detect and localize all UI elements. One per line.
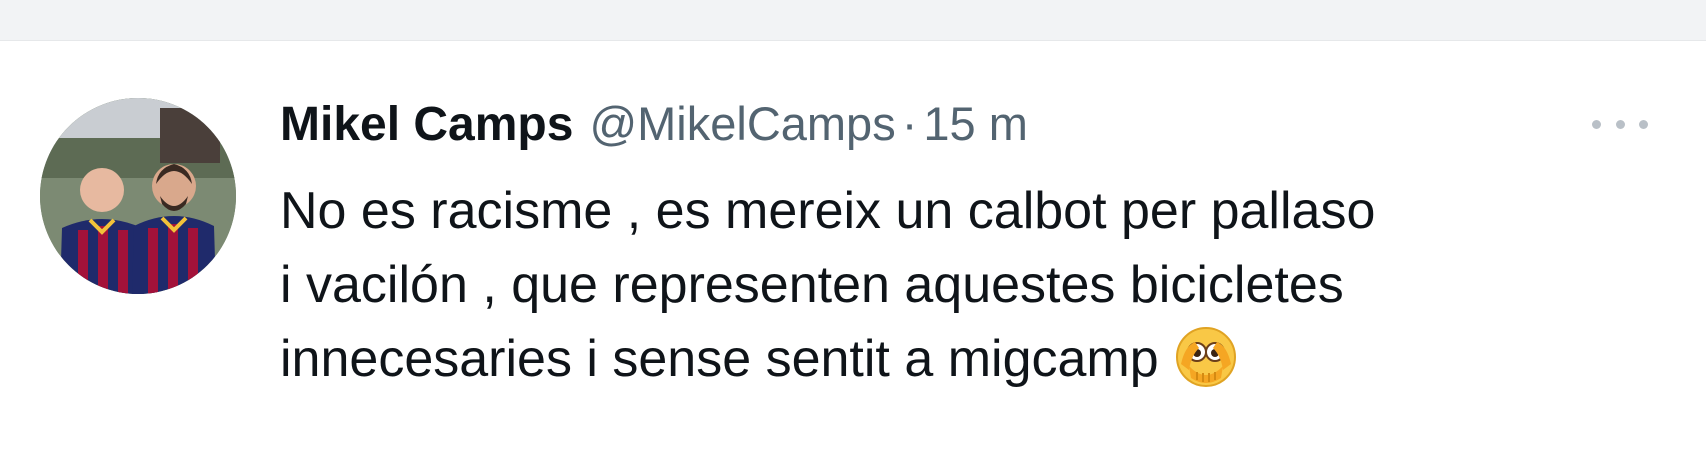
more-dot	[1615, 119, 1625, 129]
tweet-text: No es racisme , es mereix un calbot per …	[280, 174, 1640, 408]
tweet-header: Mikel Camps @MikelCamps · 15 m	[280, 96, 1028, 156]
separator-dot: ·	[901, 97, 918, 150]
face-with-hand-over-eyes-emoji-icon	[1175, 326, 1237, 408]
tweet-text-line: innecesaries i sense sentit a migcamp	[280, 330, 1159, 388]
tweet-text-line: i vacilón , que representen aquestes bic…	[280, 256, 1344, 314]
tweet-text-line: No es racisme , es mereix un calbot per …	[280, 182, 1376, 240]
more-options-icon[interactable]	[1592, 112, 1648, 136]
avatar[interactable]	[40, 98, 236, 294]
tweet-text-line-last: innecesaries i sense sentit a migcamp	[280, 322, 1640, 408]
author-name[interactable]: Mikel Camps	[280, 97, 573, 152]
more-dot	[1592, 119, 1601, 129]
timestamp[interactable]: 15 m	[923, 96, 1028, 151]
more-dot	[1639, 119, 1648, 129]
emoji-graphic	[1175, 327, 1236, 387]
author-handle[interactable]: @MikelCamps	[589, 96, 895, 151]
avatar-photo	[40, 98, 236, 294]
